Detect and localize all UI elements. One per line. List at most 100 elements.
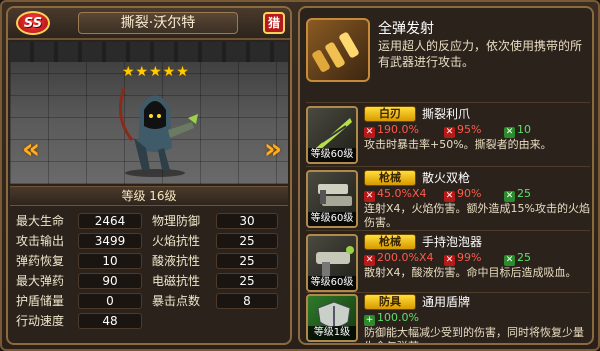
weapon-level: 等级60级 — [308, 148, 356, 162]
stat-label: 物理防御 — [152, 214, 201, 228]
weapon-category: 枪械 — [364, 234, 416, 250]
divider — [306, 292, 590, 293]
stat-value: 25 — [216, 233, 278, 249]
divider — [306, 102, 590, 103]
stat-value: 90 — [78, 273, 142, 289]
defense-value: 100.0% — [377, 311, 419, 324]
weapon-item[interactable]: 等级60级 白刃 撕裂利爪 ✕ 190.0% ✕ 95% ✕ 10 攻击时暴击率+50… — [306, 106, 590, 164]
ammo-icon: ✕ — [504, 191, 515, 202]
divider — [306, 230, 590, 231]
feature-desc: 运用超人的反应力，依次使用携带的所有武器进行攻击。 — [378, 39, 583, 69]
next-hero-arrow-icon[interactable]: » — [264, 134, 290, 164]
claw-icon: 等级60级 — [306, 106, 358, 164]
bullets-icon — [306, 18, 370, 82]
stat-row: 护盾储量 0 暴击点数 8 — [16, 292, 282, 310]
weapon-category: 枪械 — [364, 170, 416, 186]
damage-value: 45.0%X4 — [377, 187, 427, 200]
stat-label: 最大弹药 — [16, 274, 65, 288]
stat-value: 8 — [216, 293, 278, 309]
defense-icon: + — [364, 315, 375, 326]
stat-row: 最大弹药 90 电磁抗性 25 — [16, 272, 282, 290]
accuracy-value: 95% — [457, 123, 482, 136]
ammo-value: 25 — [517, 187, 531, 200]
stat-row: 弹药恢复 10 酸液抗性 25 — [16, 252, 282, 270]
stage-wall — [10, 42, 288, 62]
defense-stat: +100.0% — [364, 311, 419, 326]
hero-name: 撕裂·沃尔特 — [78, 12, 238, 34]
weapon-category: 白刃 — [364, 106, 416, 122]
weapon-name: 散火双枪 — [422, 171, 471, 185]
damage-stat: ✕ 200.0%X4 — [364, 251, 433, 266]
weapon-desc: 连射X4，火焰伤害。额外造成15%攻击的火焰伤害。 — [364, 202, 590, 229]
weapon-level: 等级60级 — [308, 276, 356, 290]
hero-panel: SS 撕裂·沃尔特 猎 ★★★★★ « » 等级 16级 最大生命 2464 物… — [6, 6, 292, 345]
stat-label: 弹药恢复 — [16, 254, 65, 268]
stat-value: 48 — [78, 313, 142, 329]
armor-level: 等级1级 — [308, 326, 356, 340]
damage-icon: ✕ — [364, 127, 375, 138]
stat-row: 行动速度 48 — [16, 312, 282, 330]
armor-name: 通用盾牌 — [422, 295, 471, 309]
accuracy-value: 99% — [457, 251, 482, 264]
accuracy-stat: ✕ 99% — [444, 251, 481, 266]
stat-value: 3499 — [78, 233, 142, 249]
accuracy-icon: ✕ — [444, 255, 455, 266]
stat-value: 10 — [78, 253, 142, 269]
hero-stage: ★★★★★ « » — [10, 42, 288, 184]
stat-label: 最大生命 — [16, 214, 65, 228]
damage-stat: ✕ 45.0%X4 — [364, 187, 426, 202]
damage-stat: ✕ 190.0% — [364, 123, 419, 138]
weapon-item[interactable]: 等级60级 枪械 散火双枪 ✕ 45.0%X4 ✕ 90% ✕ 25 连射X4，火焰伤… — [306, 170, 590, 229]
stat-label: 护盾储量 — [16, 294, 65, 308]
stat-label: 酸液抗性 — [152, 254, 201, 268]
dual-guns-icon: 等级60级 — [306, 170, 358, 228]
accuracy-stat: ✕ 90% — [444, 187, 481, 202]
accuracy-icon: ✕ — [444, 127, 455, 138]
stat-label: 攻击输出 — [16, 234, 65, 248]
bubble-gun-icon: 等级60级 — [306, 234, 358, 292]
damage-icon: ✕ — [364, 191, 375, 202]
armor-desc: 防御能大幅减少受到的伤害，同时将恢复少量生命与弹药。 — [364, 326, 584, 343]
weapon-item[interactable]: 等级60级 枪械 手持泡泡器 ✕ 200.0%X4 ✕ 99% ✕ 25 散射X4，酸… — [306, 234, 590, 292]
ammo-value: 10 — [517, 123, 531, 136]
weapon-level: 等级60级 — [308, 212, 356, 226]
damage-value: 200.0%X4 — [377, 251, 434, 264]
ammo-stat: ✕ 10 — [504, 123, 531, 138]
stat-value: 30 — [216, 213, 278, 229]
shield-icon: 等级1级 — [306, 294, 358, 342]
weapon-desc: 散射X4，酸液伤害。命中目标后造成吸血。 — [364, 266, 577, 279]
stat-label: 行动速度 — [16, 314, 65, 328]
ammo-icon: ✕ — [504, 255, 515, 266]
stat-value: 25 — [216, 273, 278, 289]
weapon-desc: 攻击时暴击率+50%。撕裂者的由来。 — [364, 138, 552, 151]
skills-panel: 全弹发射 运用超人的反应力，依次使用携带的所有武器进行攻击。 等级60级 白刃 … — [298, 6, 594, 345]
ammo-icon: ✕ — [504, 127, 515, 138]
accuracy-icon: ✕ — [444, 191, 455, 202]
stat-label: 火焰抗性 — [152, 234, 201, 248]
accuracy-value: 90% — [457, 187, 482, 200]
ammo-stat: ✕ 25 — [504, 187, 531, 202]
weapon-name: 撕裂利爪 — [422, 107, 471, 121]
armor-category: 防具 — [364, 294, 416, 310]
rank-badge: SS — [16, 11, 50, 35]
armor-item[interactable]: 等级1级 防具 通用盾牌 +100.0% 防御能大幅减少受到的伤害，同时将恢复少… — [306, 294, 590, 343]
stat-row: 最大生命 2464 物理防御 30 — [16, 212, 282, 230]
prev-hero-arrow-icon[interactable]: « — [22, 134, 48, 164]
stat-value: 0 — [78, 293, 142, 309]
hero-portrait — [118, 87, 198, 177]
class-badge: 猎 — [263, 12, 285, 34]
ammo-stat: ✕ 25 — [504, 251, 531, 266]
stat-value: 2464 — [78, 213, 142, 229]
stat-value: 25 — [216, 253, 278, 269]
weapon-name: 手持泡泡器 — [422, 235, 483, 249]
hero-level: 等级 16级 — [10, 186, 288, 206]
accuracy-stat: ✕ 95% — [444, 123, 481, 138]
damage-icon: ✕ — [364, 255, 375, 266]
damage-value: 190.0% — [377, 123, 419, 136]
stat-row: 攻击输出 3499 火焰抗性 25 — [16, 232, 282, 250]
feature-title: 全弹发射 — [378, 21, 434, 37]
ammo-value: 25 — [517, 251, 531, 264]
stat-label: 暴击点数 — [152, 294, 201, 308]
hero-title-bar: SS 撕裂·沃尔特 猎 — [8, 8, 290, 40]
divider — [306, 166, 590, 167]
